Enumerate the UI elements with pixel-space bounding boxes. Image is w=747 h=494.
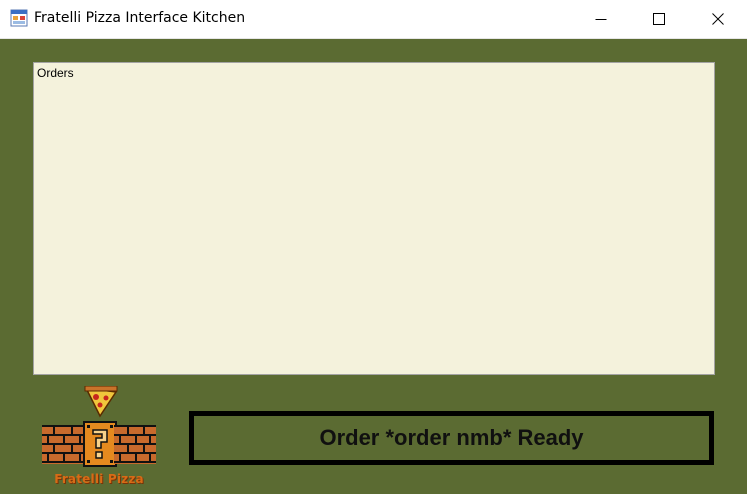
main-form: Orders Fratelli Pizza Order *order nmb* … bbox=[0, 39, 747, 494]
window-title: Fratelli Pizza Interface Kitchen bbox=[34, 10, 246, 26]
minimize-icon bbox=[595, 19, 607, 20]
minimize-button[interactable] bbox=[578, 0, 624, 38]
order-status-label: Order *order nmb* Ready bbox=[319, 425, 584, 450]
orders-label: Orders bbox=[37, 66, 74, 80]
maximize-button[interactable] bbox=[636, 0, 682, 38]
form-icon bbox=[10, 9, 28, 27]
pizza-brick-logo bbox=[42, 386, 156, 467]
maximize-icon bbox=[653, 13, 665, 25]
orders-list[interactable]: Orders bbox=[33, 62, 715, 375]
logo-text: Fratelli Pizza bbox=[54, 472, 144, 486]
fratelli-pizza-logo: Fratelli Pizza bbox=[40, 386, 158, 486]
close-icon bbox=[712, 13, 724, 25]
close-button[interactable] bbox=[695, 0, 741, 38]
order-status-panel: Order *order nmb* Ready bbox=[189, 411, 714, 465]
title-bar[interactable]: Fratelli Pizza Interface Kitchen bbox=[0, 0, 747, 39]
